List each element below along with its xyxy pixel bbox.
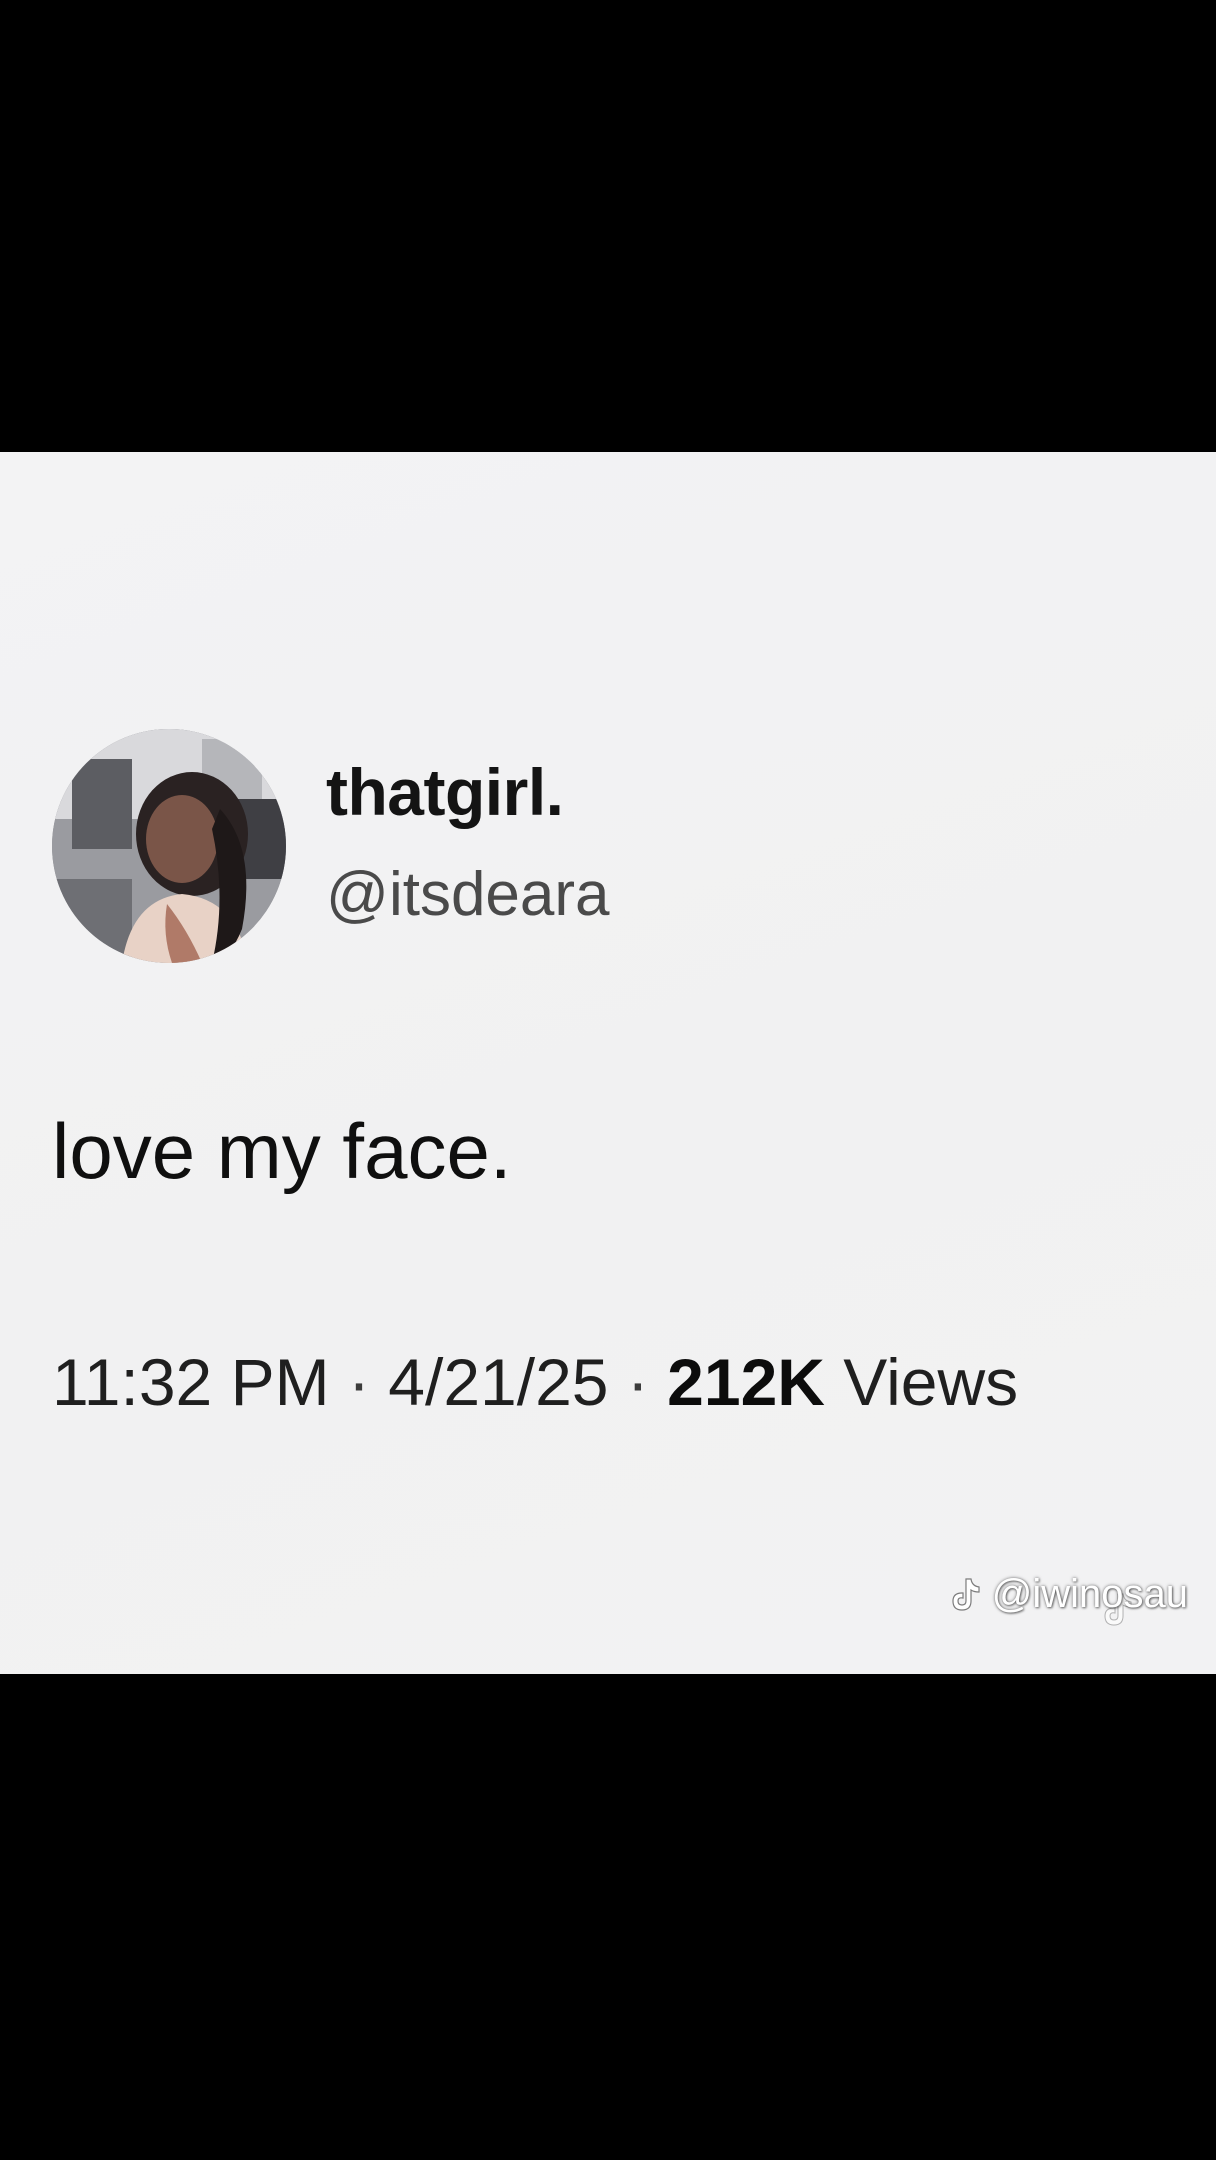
tiktok-icon [952, 1577, 980, 1611]
avatar[interactable] [52, 729, 286, 963]
tweet-date[interactable]: 4/21/25 [388, 1345, 608, 1419]
tweet-time[interactable]: 11:32 PM [52, 1345, 330, 1419]
letterbox-top [0, 0, 1216, 452]
display-name[interactable]: thatgirl. [326, 759, 564, 825]
meta-separator: · [626, 1345, 649, 1419]
tweet-text: love my face. [52, 1107, 512, 1195]
meta-separator: · [347, 1345, 370, 1419]
views-count: 212K [667, 1345, 825, 1419]
user-handle[interactable]: @itsdeara [326, 864, 610, 926]
watermark-handle: @iwinosau [991, 1572, 1188, 1616]
views-label: Views [843, 1345, 1019, 1419]
watermark: @iwinosau [944, 1572, 1188, 1617]
tweet-meta: 11:32 PM · 4/21/25 · 212K Views [52, 1349, 1018, 1415]
profile-photo [52, 729, 286, 963]
letterbox-bottom [0, 1674, 1216, 2160]
tweet-card: thatgirl. @itsdeara love my face. 11:32 … [0, 452, 1216, 1674]
